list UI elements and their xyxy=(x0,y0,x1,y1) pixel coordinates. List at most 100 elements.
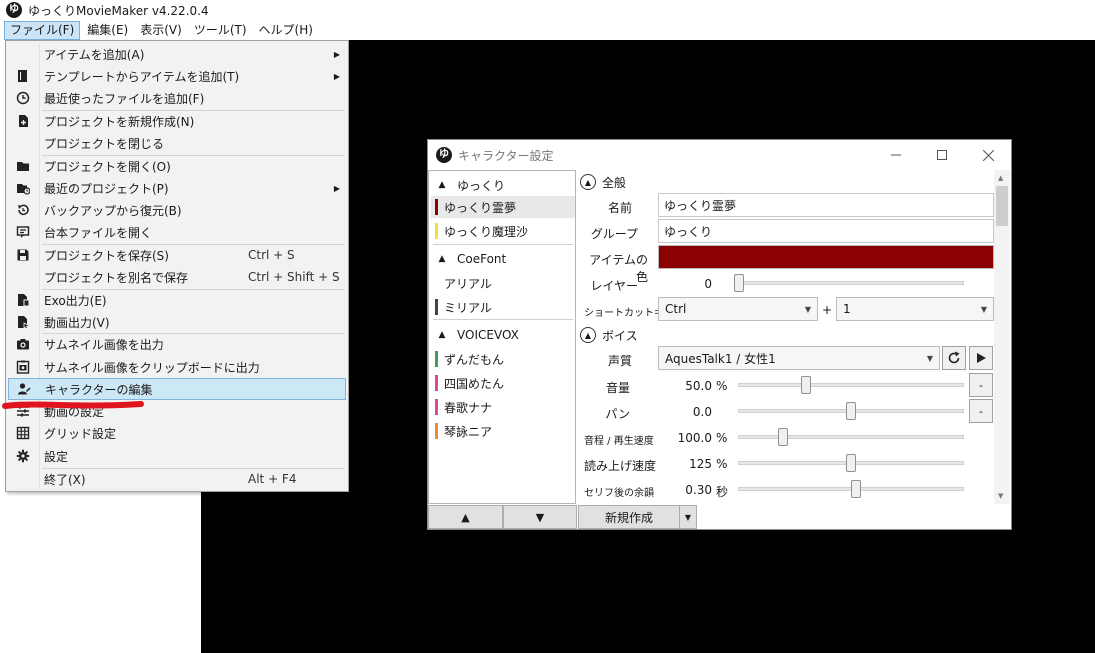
voice-param-value: 50.0 xyxy=(685,379,712,393)
layer-slider-thumb[interactable] xyxy=(734,274,744,292)
menu-item-label: サムネイル画像を出力 xyxy=(44,337,164,352)
menu-file[interactable]: ファイル(F) xyxy=(4,20,81,40)
voice-quality-select[interactable]: AquesTalk1 / 女性1 ▼ xyxy=(658,346,940,370)
minimize-button[interactable] xyxy=(873,140,919,170)
script-icon xyxy=(8,225,38,239)
menu-item-14[interactable]: サムネイル画像をクリップボードに出力 xyxy=(8,356,346,378)
voice-param-slider-thumb[interactable] xyxy=(800,376,811,394)
app-logo-icon: ゆ xyxy=(6,2,22,18)
group-header[interactable]: ▲ ゆっくり xyxy=(433,175,505,195)
close-icon xyxy=(982,149,994,161)
character-item[interactable]: ミリアル xyxy=(431,296,575,318)
menu-item-11[interactable]: Exo出力(E) xyxy=(8,289,346,311)
voice-quality-value: AquesTalk1 / 女性1 xyxy=(665,351,776,366)
scrollbar-thumb[interactable] xyxy=(996,186,1008,226)
reload-voice-button[interactable] xyxy=(942,346,966,370)
layer-slider-track[interactable] xyxy=(738,281,964,285)
menu-item-label: Exo出力(E) xyxy=(44,293,107,308)
voice-param-slider-thumb[interactable] xyxy=(778,428,789,446)
menu-item-10[interactable]: プロジェクトを別名で保存 Ctrl + Shift + S xyxy=(8,266,346,288)
chevron-down-icon: ▼ xyxy=(684,512,692,522)
camera-icon xyxy=(8,337,38,351)
menu-item-2[interactable]: 最近使ったファイルを追加(F) xyxy=(8,87,346,109)
character-name: ミリアル xyxy=(444,300,492,315)
book-icon xyxy=(8,69,38,83)
voice-param-slider-track[interactable] xyxy=(738,435,964,439)
character-color-bar xyxy=(435,199,438,215)
character-item[interactable]: 四国めたん xyxy=(431,372,575,394)
character-name: アリアル xyxy=(444,276,492,291)
menu-item-7[interactable]: バックアップから復元(B) xyxy=(8,199,346,221)
grid-icon xyxy=(8,426,38,440)
collapse-icon: ▲ xyxy=(580,327,596,343)
new-character-dropdown[interactable]: ▼ xyxy=(679,505,697,529)
character-color-bar xyxy=(435,223,438,239)
menu-help[interactable]: ヘルプ(H) xyxy=(254,21,318,40)
move-down-button[interactable]: ▼ xyxy=(503,505,577,529)
voice-param-slider-track[interactable] xyxy=(738,383,964,387)
menu-item-5[interactable]: プロジェクトを開く(O) xyxy=(8,155,346,177)
character-item[interactable]: ゆっくり霊夢 xyxy=(431,196,575,218)
menu-item-label: プロジェクトを開く(O) xyxy=(44,159,171,174)
character-item[interactable]: 春歌ナナ xyxy=(431,396,575,418)
shortcut-key-select[interactable]: 1 ▼ xyxy=(836,297,994,321)
menu-tools[interactable]: ツール(T) xyxy=(189,21,252,40)
character-item[interactable]: ゆっくり魔理沙 xyxy=(431,220,575,242)
menu-item-8[interactable]: 台本ファイルを開く xyxy=(8,221,346,243)
minimize-icon xyxy=(891,154,901,156)
character-color-bar xyxy=(435,423,438,439)
menu-item-6[interactable]: 最近のプロジェクト(P) ▶ xyxy=(8,177,346,199)
voice-param-slider-thumb[interactable] xyxy=(846,402,856,420)
group-header[interactable]: ▲ VOICEVOX xyxy=(433,325,519,345)
character-color-bar xyxy=(435,351,438,367)
group-header[interactable]: ▲ CoeFont xyxy=(433,249,507,269)
menu-item-13[interactable]: サムネイル画像を出力 xyxy=(8,333,346,355)
menu-edit[interactable]: 編集(E) xyxy=(82,21,133,40)
section-general[interactable]: ▲ 全般 xyxy=(580,172,626,192)
menu-item-9[interactable]: プロジェクトを保存(S) Ctrl + S xyxy=(8,244,346,266)
section-general-label: 全般 xyxy=(602,175,627,190)
maximize-button[interactable] xyxy=(919,140,965,170)
shortcut-modifier-select[interactable]: Ctrl ▼ xyxy=(658,297,818,321)
voice-param-slider-thumb[interactable] xyxy=(850,480,861,498)
dialog-title-bar: ゆ キャラクター設定 xyxy=(428,140,1011,170)
menu-item-4[interactable]: プロジェクトを閉じる xyxy=(8,132,346,154)
menu-item-1[interactable]: テンプレートからアイテムを追加(T) ▶ xyxy=(8,65,346,87)
menu-view[interactable]: 表示(V) xyxy=(135,21,187,40)
play-voice-button[interactable] xyxy=(969,346,993,370)
menu-item-17[interactable]: グリッド設定 xyxy=(8,422,346,444)
character-color-bar xyxy=(435,299,438,315)
new-character-button[interactable]: 新規作成 xyxy=(578,505,680,529)
app-title: ゆっくりMovieMaker v4.22.0.4 xyxy=(28,3,209,18)
group-separator xyxy=(433,319,573,320)
menu-item-shortcut: Ctrl + S xyxy=(248,248,295,262)
character-item[interactable]: アリアル xyxy=(431,272,575,294)
menu-item-0[interactable]: アイテムを追加(A) ▶ xyxy=(8,43,346,65)
character-item[interactable]: 琴詠ニア xyxy=(431,420,575,442)
menu-item-15[interactable]: キャラクターの編集 xyxy=(8,378,346,400)
dialog-title: キャラクター設定 xyxy=(458,148,554,163)
menu-item-3[interactable]: プロジェクトを新規作成(N) xyxy=(8,110,346,132)
name-field[interactable]: ゆっくり霊夢 xyxy=(658,193,994,217)
menu-item-12[interactable]: 動画出力(V) xyxy=(8,311,346,333)
close-button[interactable] xyxy=(965,140,1011,170)
group-field[interactable]: ゆっくり xyxy=(658,219,994,243)
refresh-icon xyxy=(948,351,960,364)
property-scrollbar[interactable]: ▲ ▼ xyxy=(994,170,1010,504)
character-item[interactable]: ずんだもん xyxy=(431,348,575,370)
menu-item-19[interactable]: 終了(X) Alt + F4 xyxy=(8,468,346,490)
menu-item-label: 終了(X) xyxy=(44,472,86,487)
volume-minus-button[interactable]: - xyxy=(969,373,993,397)
menu-item-18[interactable]: 設定 xyxy=(8,445,346,467)
voice-param-unit: 秒 xyxy=(716,485,729,499)
menu-bar: ファイル(F) 編集(E) 表示(V) ツール(T) ヘルプ(H) xyxy=(0,20,1095,40)
pan-minus-button[interactable]: - xyxy=(969,399,993,423)
voice-param-slider-thumb[interactable] xyxy=(846,454,856,472)
move-up-button[interactable]: ▲ xyxy=(428,505,503,529)
item-color-swatch[interactable] xyxy=(658,245,994,269)
voice-param-unit: % xyxy=(716,431,728,445)
character-name: 四国めたん xyxy=(444,376,505,391)
section-voice[interactable]: ▲ ボイス xyxy=(580,325,638,345)
character-name: ゆっくり霊夢 xyxy=(444,200,517,215)
character-color-bar xyxy=(435,399,438,415)
